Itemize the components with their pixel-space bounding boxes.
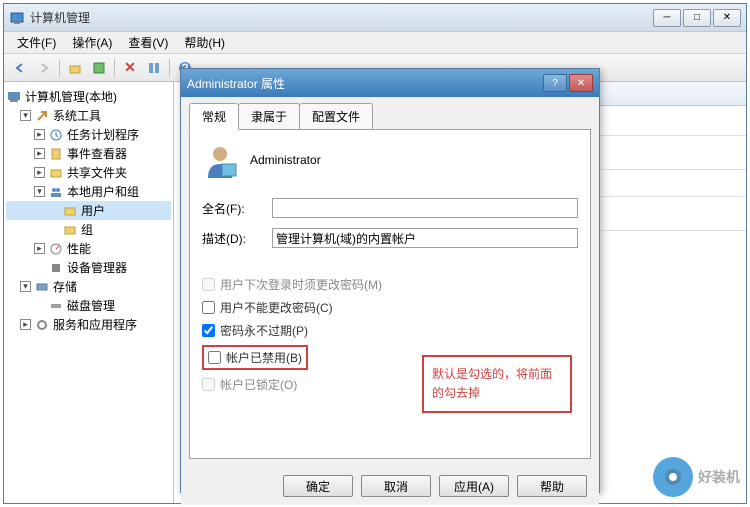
collapse-icon[interactable]: ▾ <box>20 281 31 292</box>
tree-groups[interactable]: 组 <box>6 220 171 239</box>
tab-content-general: Administrator 全名(F): 描述(D): 用户下次登录时须更改密码… <box>189 129 591 459</box>
device-icon <box>48 260 64 276</box>
expand-icon[interactable]: ▸ <box>34 243 45 254</box>
up-button[interactable] <box>64 57 86 79</box>
tree-shared-folders[interactable]: ▸ 共享文件夹 <box>6 163 171 182</box>
menu-file[interactable]: 文件(F) <box>9 32 64 53</box>
annotation-box: 默认是勾选的，将前面的勾去掉 <box>422 355 572 413</box>
checkbox-never-expires[interactable]: 密码永不过期(P) <box>202 322 578 339</box>
properties-button[interactable] <box>88 57 110 79</box>
watermark-text: 好装机 <box>698 467 740 487</box>
folder-icon <box>48 165 64 181</box>
expand-icon[interactable]: ▸ <box>34 167 45 178</box>
tree-storage[interactable]: ▾ 存储 <box>6 277 171 296</box>
username-label: Administrator <box>250 153 321 167</box>
refresh-button[interactable] <box>143 57 165 79</box>
menubar: 文件(F) 操作(A) 查看(V) 帮助(H) <box>4 32 746 54</box>
tree-local-users[interactable]: ▾ 本地用户和组 <box>6 182 171 201</box>
fullname-input[interactable] <box>272 198 578 218</box>
event-icon <box>48 146 64 162</box>
highlight-box: 帐户已禁用(B) <box>202 345 308 370</box>
cb-cannot-change[interactable] <box>202 301 215 314</box>
checkbox-change-next-logon: 用户下次登录时须更改密码(M) <box>202 276 578 293</box>
disk-icon <box>48 298 64 314</box>
apply-button[interactable]: 应用(A) <box>439 475 509 497</box>
folder-icon <box>62 222 78 238</box>
properties-dialog: Administrator 属性 ? ✕ 常规 隶属于 配置文件 Adminis… <box>180 68 600 493</box>
tree-system-tools[interactable]: ▾ 系统工具 <box>6 106 171 125</box>
folder-icon <box>62 203 78 219</box>
tab-profile[interactable]: 配置文件 <box>299 103 373 130</box>
main-title: 计算机管理 <box>30 9 653 26</box>
cb-never-expires[interactable] <box>202 324 215 337</box>
tree-task-scheduler[interactable]: ▸ 任务计划程序 <box>6 125 171 144</box>
fullname-row: 全名(F): <box>202 198 578 218</box>
storage-icon <box>34 279 50 295</box>
menu-help[interactable]: 帮助(H) <box>176 32 233 53</box>
delete-button[interactable]: ✕ <box>119 57 141 79</box>
checkbox-cannot-change[interactable]: 用户不能更改密码(C) <box>202 299 578 316</box>
tree-users[interactable]: 用户 <box>6 201 171 220</box>
expand-icon[interactable]: ▸ <box>34 148 45 159</box>
menu-action[interactable]: 操作(A) <box>64 32 120 53</box>
services-icon <box>34 317 50 333</box>
tools-icon <box>34 108 50 124</box>
main-titlebar: 计算机管理 ─ □ ✕ <box>4 4 746 32</box>
dialog-tabs: 常规 隶属于 配置文件 <box>181 97 599 130</box>
perf-icon <box>48 241 64 257</box>
help-button[interactable]: 帮助 <box>517 475 587 497</box>
dialog-help-button[interactable]: ? <box>543 74 567 92</box>
dialog-titlebar[interactable]: Administrator 属性 ? ✕ <box>181 69 599 97</box>
forward-button[interactable] <box>33 57 55 79</box>
tab-general[interactable]: 常规 <box>189 103 239 130</box>
close-button[interactable]: ✕ <box>713 9 741 27</box>
user-header: Administrator <box>202 142 578 178</box>
tree-event-viewer[interactable]: ▸ 事件查看器 <box>6 144 171 163</box>
expand-icon[interactable]: ▸ <box>20 319 31 330</box>
description-label: 描述(D): <box>202 230 272 247</box>
watermark-icon <box>653 457 693 497</box>
clock-icon <box>48 127 64 143</box>
dialog-buttons: 确定 取消 应用(A) 帮助 <box>181 467 599 505</box>
collapse-icon[interactable]: ▾ <box>34 186 45 197</box>
app-icon <box>9 10 25 26</box>
user-icon <box>202 142 238 178</box>
tab-member-of[interactable]: 隶属于 <box>238 103 300 130</box>
watermark: 好装机 <box>653 457 740 497</box>
cb-account-disabled[interactable] <box>208 351 221 364</box>
tree-root[interactable]: 计算机管理(本地) <box>6 87 171 106</box>
back-button[interactable] <box>9 57 31 79</box>
tree-performance[interactable]: ▸ 性能 <box>6 239 171 258</box>
maximize-button[interactable]: □ <box>683 9 711 27</box>
tree-services[interactable]: ▸ 服务和应用程序 <box>6 315 171 334</box>
collapse-icon[interactable]: ▾ <box>20 110 31 121</box>
users-icon <box>48 184 64 200</box>
expand-icon[interactable]: ▸ <box>34 129 45 140</box>
tree-device-manager[interactable]: 设备管理器 <box>6 258 171 277</box>
ok-button[interactable]: 确定 <box>283 475 353 497</box>
tree-panel: 计算机管理(本地) ▾ 系统工具 ▸ 任务计划程序 ▸ 事件查看器 ▸ 共享文件… <box>4 82 174 503</box>
minimize-button[interactable]: ─ <box>653 9 681 27</box>
cb-account-locked <box>202 378 215 391</box>
dialog-close-button[interactable]: ✕ <box>569 74 593 92</box>
fullname-label: 全名(F): <box>202 200 272 217</box>
tree-disk-management[interactable]: 磁盘管理 <box>6 296 171 315</box>
description-row: 描述(D): <box>202 228 578 248</box>
cb-change-next-logon <box>202 278 215 291</box>
description-input[interactable] <box>272 228 578 248</box>
cancel-button[interactable]: 取消 <box>361 475 431 497</box>
computer-icon <box>6 89 22 105</box>
window-controls: ─ □ ✕ <box>653 9 741 27</box>
menu-view[interactable]: 查看(V) <box>120 32 176 53</box>
dialog-title: Administrator 属性 <box>187 75 541 92</box>
